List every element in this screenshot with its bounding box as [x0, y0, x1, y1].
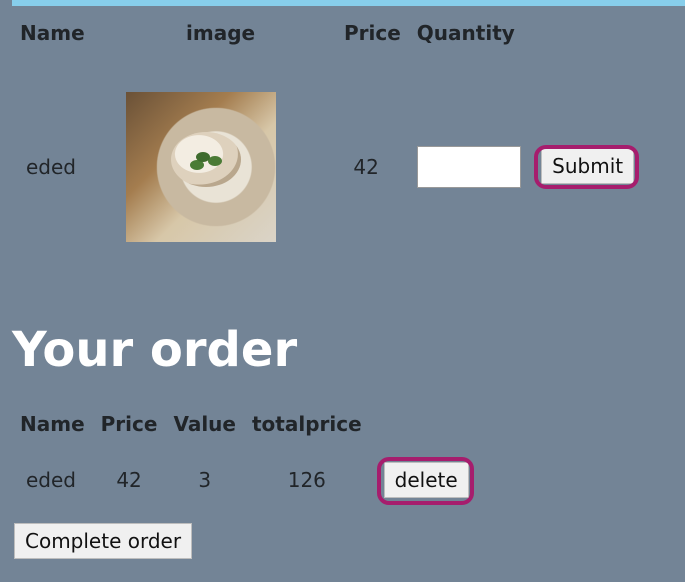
order-header-price: Price — [100, 412, 158, 436]
menu-row: eded 42 Submit — [12, 52, 642, 282]
order-header-value: Value — [173, 412, 236, 436]
top-bar — [12, 0, 685, 6]
order-table: Name Price Value totalprice eded 42 3 12… — [12, 404, 477, 516]
menu-header-image: image — [186, 21, 256, 45]
order-header-name: Name — [20, 412, 85, 436]
order-item-totalprice: 126 — [287, 468, 326, 492]
order-header-totalprice: totalprice — [251, 412, 362, 436]
order-row: eded 42 3 126 delete — [12, 444, 477, 516]
order-item-name: eded — [26, 468, 76, 492]
menu-item-name: eded — [26, 155, 76, 179]
menu-header-quantity: Quantity — [416, 21, 515, 45]
menu-item-actions: Submit — [409, 52, 642, 282]
delete-button[interactable]: delete — [376, 457, 474, 505]
order-title: Your order — [12, 322, 298, 378]
submit-button[interactable]: Submit — [534, 144, 640, 189]
menu-header-row: Name image Price Quantity — [12, 14, 642, 52]
quantity-input[interactable] — [416, 146, 521, 188]
order-item-price: 42 — [116, 468, 142, 492]
order-header-actions — [370, 404, 477, 444]
order-item-actions: delete — [370, 444, 477, 516]
complete-order-button[interactable]: Complete order — [14, 523, 193, 559]
menu-header-price: Price — [344, 21, 401, 45]
menu-table: Name image Price Quantity eded 42 Submit — [12, 14, 642, 282]
order-header-row: Name Price Value totalprice — [12, 404, 477, 444]
food-image — [126, 92, 276, 242]
menu-header-name: Name — [20, 21, 85, 45]
menu-item-price: 42 — [353, 155, 379, 179]
menu-item-image-cell — [126, 52, 336, 282]
order-item-value: 3 — [198, 468, 212, 492]
